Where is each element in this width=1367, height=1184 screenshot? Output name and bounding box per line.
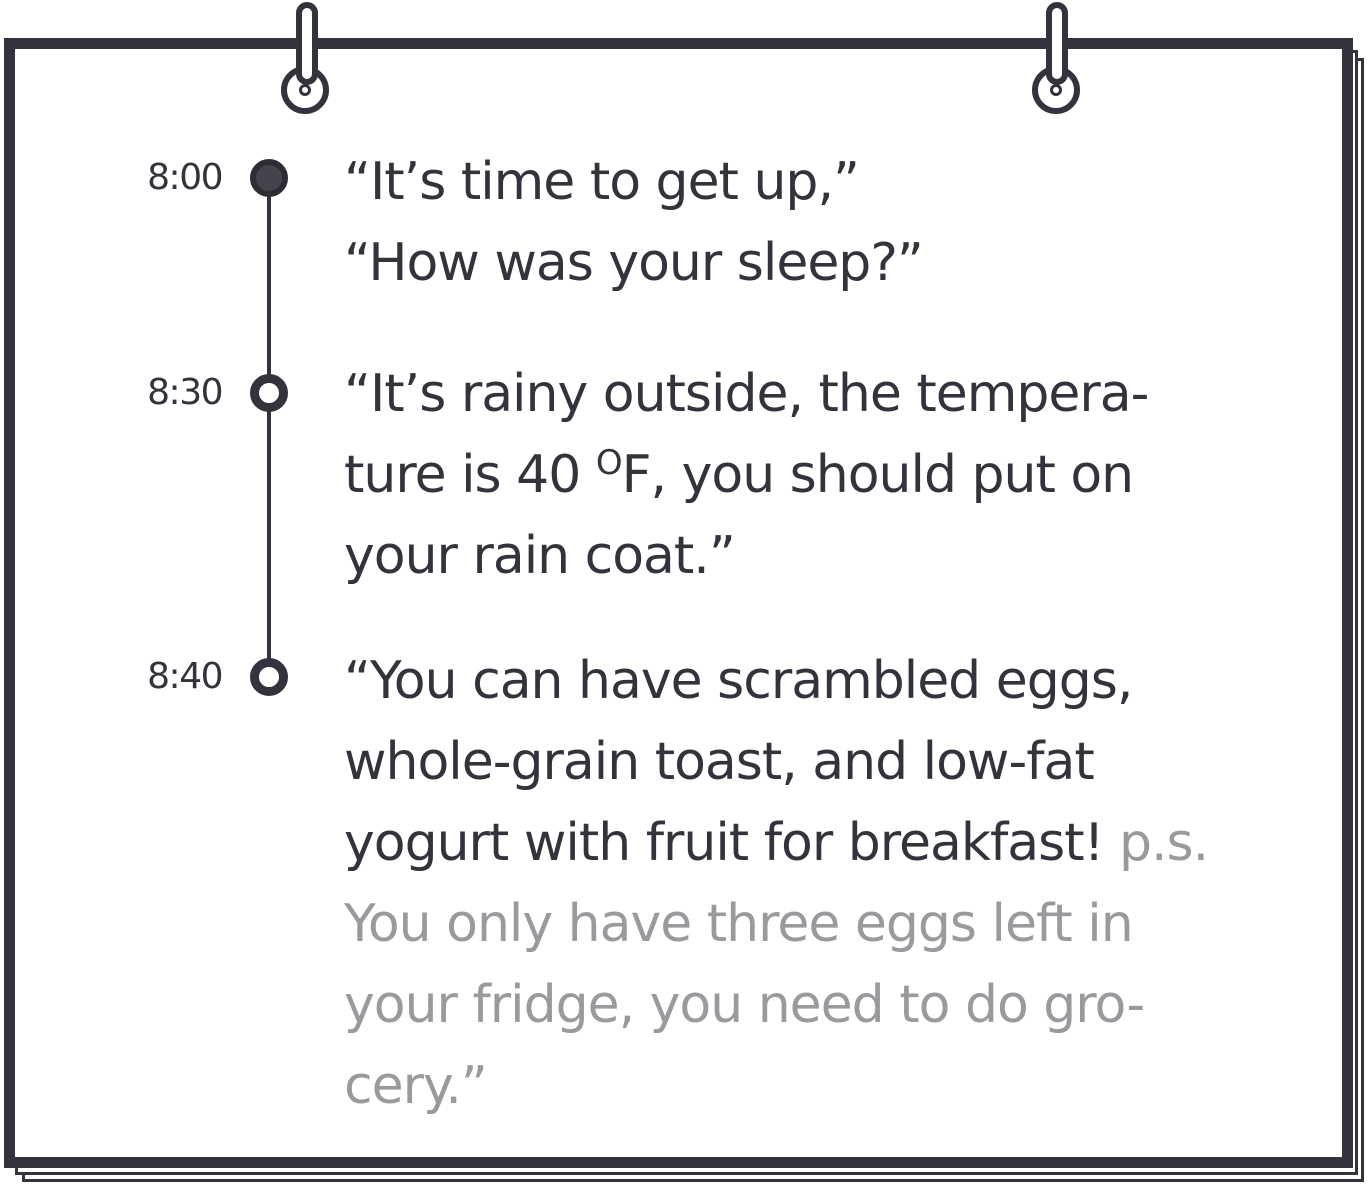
timeline-node-filled-icon (250, 159, 288, 197)
entry-line: “You can have scrambled eggs, (344, 651, 1133, 711)
timeline-node-open-icon (250, 374, 288, 412)
degree-symbol: O (595, 443, 623, 483)
timeline-node-open-icon (250, 658, 288, 696)
binder-ring-bar-right (1046, 2, 1068, 85)
ps-note-line: You only have three eggs left in (344, 894, 1134, 954)
binder-ring-bar-left (296, 2, 318, 85)
entry-line: “How was your sleep?” (344, 233, 924, 293)
entry-line: whole-grain toast, and low-fat (344, 732, 1095, 792)
entry-line: “It’s time to get up,” (344, 152, 860, 212)
entry-text: F, you should put on (621, 445, 1135, 505)
schedule-entry: “You can have scrambled eggs, whole-grai… (344, 641, 1334, 1127)
schedule-entry: “It’s rainy outside, the tempera- ture i… (344, 354, 1334, 597)
ps-note-line: cery.” (344, 1056, 488, 1116)
ps-note-label: p.s. (1118, 813, 1209, 873)
schedule-entry: “It’s time to get up,” “How was your sle… (344, 142, 1334, 304)
timeline-line (267, 178, 271, 678)
time-label: 8:00 (147, 157, 223, 198)
entry-line: ture is 40 OF, you should put on (344, 435, 1334, 516)
entry-line: your rain coat.” (344, 526, 736, 586)
entry-text: ture is 40 (344, 445, 596, 505)
entry-text: yogurt with fruit for breakfast! (344, 813, 1119, 873)
entry-line: yogurt with fruit for breakfast! p.s. (344, 803, 1334, 884)
time-label: 8:40 (147, 656, 223, 697)
ps-note-line: your fridge, you need to do gro- (344, 975, 1145, 1035)
time-label: 8:30 (147, 372, 223, 413)
entry-line: “It’s rainy outside, the tempera- (344, 364, 1149, 424)
